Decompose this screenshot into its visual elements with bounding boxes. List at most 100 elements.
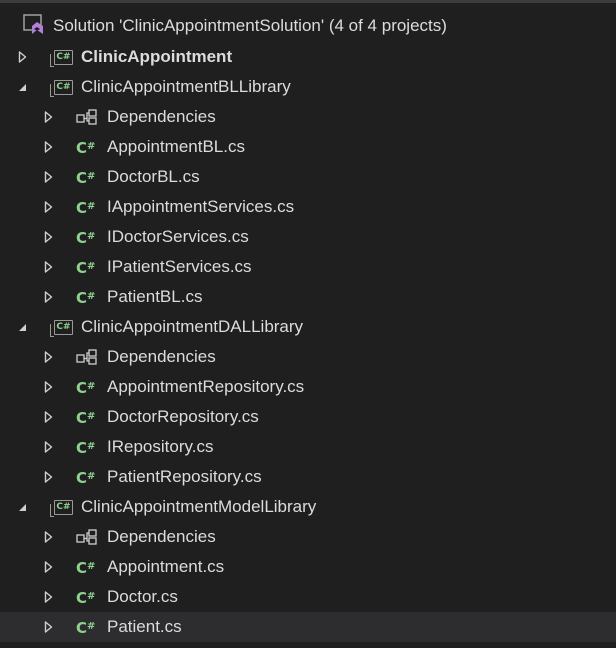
csharp-c-glyph: C — [76, 408, 87, 427]
chevron-right-icon[interactable] — [40, 192, 56, 222]
solution-node[interactable]: Solution 'ClinicAppointmentSolution' (4 … — [0, 10, 616, 42]
csharp-file-icon: C# — [76, 432, 95, 462]
csharp-project-glyph: C# — [50, 319, 73, 337]
item-label: Dependencies — [107, 527, 216, 546]
project-label: ClinicAppointmentModelLibrary — [81, 497, 317, 516]
item-label: DoctorBL.cs — [107, 167, 200, 186]
file-node[interactable]: C# IAppointmentServices.cs — [0, 192, 616, 222]
chevron-right-icon[interactable] — [40, 342, 56, 372]
file-node[interactable]: C# IPatientServices.cs — [0, 252, 616, 282]
csharp-project-glyph: C# — [50, 49, 73, 67]
csharp-sharp-glyph: # — [87, 380, 95, 392]
csharp-file-icon: C# — [76, 252, 95, 282]
csharp-sharp-glyph: # — [87, 410, 95, 422]
csharp-file-icon: C# — [76, 222, 95, 252]
csharp-project-icon: C# — [50, 72, 73, 102]
csharp-sharp-glyph: # — [87, 590, 95, 602]
chevron-right-icon[interactable] — [40, 432, 56, 462]
csharp-c-glyph: C — [76, 258, 87, 277]
csharp-project-glyph: C# — [50, 499, 73, 517]
file-node[interactable]: C# Patient.cs — [0, 612, 616, 642]
csharp-c-glyph: C — [76, 288, 87, 307]
chevron-expanded-icon[interactable] — [14, 72, 30, 102]
csharp-file-icon: C# — [76, 402, 95, 432]
csharp-sharp-glyph: # — [87, 560, 95, 572]
dependencies-icon — [76, 342, 98, 372]
chevron-right-icon[interactable] — [40, 522, 56, 552]
dependencies-node[interactable]: Dependencies — [0, 522, 616, 552]
csharp-file-icon: C# — [76, 612, 95, 642]
chevron-right-icon[interactable] — [40, 582, 56, 612]
chevron-right-icon[interactable] — [40, 462, 56, 492]
solution-explorer-tree: Solution 'ClinicAppointmentSolution' (4 … — [0, 10, 616, 642]
file-node[interactable]: C# IDoctorServices.cs — [0, 222, 616, 252]
chevron-right-icon[interactable] — [40, 102, 56, 132]
chevron-right-icon[interactable] — [40, 252, 56, 282]
csharp-c-glyph: C — [76, 588, 87, 607]
item-label: Patient.cs — [107, 617, 182, 636]
chevron-right-icon[interactable] — [40, 222, 56, 252]
chevron-right-icon[interactable] — [40, 372, 56, 402]
project-node[interactable]: C# ClinicAppointmentBLLibrary — [0, 72, 616, 102]
csharp-c-glyph: C — [76, 558, 87, 577]
chevron-expanded-icon[interactable] — [14, 492, 30, 522]
item-label: IRepository.cs — [107, 437, 214, 456]
csharp-file-icon: C# — [76, 372, 95, 402]
csharp-file-icon: C# — [76, 192, 95, 222]
chevron-right-icon[interactable] — [14, 42, 30, 72]
item-label: AppointmentBL.cs — [107, 137, 245, 156]
panel-top-border — [0, 0, 616, 3]
csharp-sharp-glyph: # — [87, 230, 95, 242]
item-label: DoctorRepository.cs — [107, 407, 259, 426]
dependencies-icon — [76, 522, 98, 552]
item-label: IDoctorServices.cs — [107, 227, 249, 246]
csharp-sharp-glyph: # — [87, 440, 95, 452]
project-node[interactable]: C# ClinicAppointmentDALLibrary — [0, 312, 616, 342]
project-node[interactable]: C# ClinicAppointment — [0, 42, 616, 72]
chevron-expanded-icon[interactable] — [14, 312, 30, 342]
solution-icon — [23, 10, 45, 40]
csharp-project-icon: C# — [50, 312, 73, 342]
csharp-sharp-glyph: # — [87, 200, 95, 212]
csharp-sharp-glyph: # — [87, 470, 95, 482]
item-label: AppointmentRepository.cs — [107, 377, 305, 396]
item-label: IAppointmentServices.cs — [107, 197, 295, 216]
csharp-sharp-glyph: # — [87, 260, 95, 272]
file-node[interactable]: C# PatientBL.cs — [0, 282, 616, 312]
dependencies-icon — [76, 102, 98, 132]
file-node[interactable]: C# DoctorBL.cs — [0, 162, 616, 192]
file-node[interactable]: C# Appointment.cs — [0, 552, 616, 582]
csharp-project-icon: C# — [50, 492, 73, 522]
file-node[interactable]: C# IRepository.cs — [0, 432, 616, 462]
csharp-c-glyph: C — [76, 138, 87, 157]
file-node[interactable]: C# Doctor.cs — [0, 582, 616, 612]
item-label: Dependencies — [107, 107, 216, 126]
csharp-sharp-glyph: # — [87, 620, 95, 632]
csharp-file-icon: C# — [76, 462, 95, 492]
dependencies-node[interactable]: Dependencies — [0, 102, 616, 132]
item-label: PatientBL.cs — [107, 287, 203, 306]
csharp-c-glyph: C — [76, 438, 87, 457]
project-label: ClinicAppointment — [81, 47, 233, 66]
csharp-file-icon: C# — [76, 162, 95, 192]
file-node[interactable]: C# DoctorRepository.cs — [0, 402, 616, 432]
dependencies-node[interactable]: Dependencies — [0, 342, 616, 372]
project-node[interactable]: C# ClinicAppointmentModelLibrary — [0, 492, 616, 522]
chevron-right-icon[interactable] — [40, 552, 56, 582]
file-node[interactable]: C# AppointmentRepository.cs — [0, 372, 616, 402]
csharp-project-icon: C# — [50, 42, 73, 72]
csharp-file-icon: C# — [76, 582, 95, 612]
chevron-right-icon[interactable] — [40, 282, 56, 312]
file-node[interactable]: C# PatientRepository.cs — [0, 462, 616, 492]
csharp-c-glyph: C — [76, 228, 87, 247]
csharp-sharp-glyph: # — [87, 140, 95, 152]
chevron-right-icon[interactable] — [40, 132, 56, 162]
project-label: ClinicAppointmentBLLibrary — [81, 77, 291, 96]
csharp-c-glyph: C — [76, 618, 87, 637]
chevron-right-icon[interactable] — [40, 402, 56, 432]
chevron-right-icon[interactable] — [40, 612, 56, 642]
file-node[interactable]: C# AppointmentBL.cs — [0, 132, 616, 162]
item-label: Dependencies — [107, 347, 216, 366]
csharp-c-glyph: C — [76, 168, 87, 187]
chevron-right-icon[interactable] — [40, 162, 56, 192]
